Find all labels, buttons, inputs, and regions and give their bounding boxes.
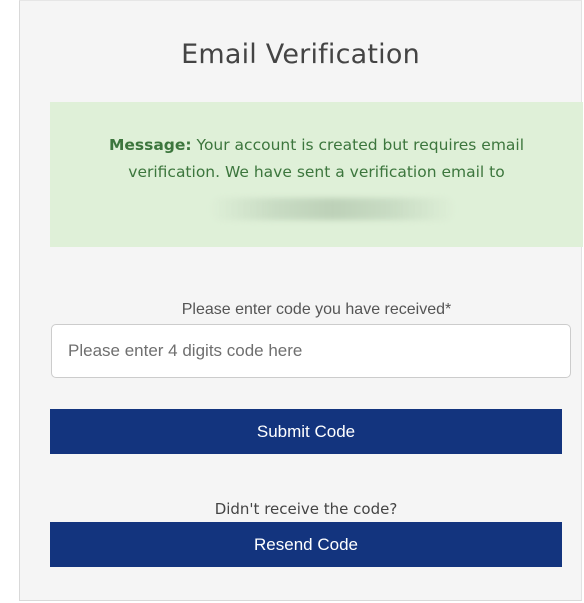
message-line-1: Your account is created but requires ema… xyxy=(191,136,525,154)
message-text: Message: Your account is created but req… xyxy=(50,132,583,186)
message-label: Message: xyxy=(108,136,192,154)
message-alert: Message: Your account is created but req… xyxy=(50,102,583,247)
email-verification-card: Email Verification Message: Your account… xyxy=(19,0,583,601)
code-field-label: Please enter code you have received* xyxy=(181,301,452,318)
redacted-email xyxy=(210,198,455,220)
page-title: Email Verification xyxy=(181,39,420,70)
message-line-2: verification. We have sent a verificatio… xyxy=(128,163,505,181)
submit-code-button[interactable]: Submit Code xyxy=(50,409,562,454)
verification-code-input[interactable] xyxy=(51,324,571,378)
resend-prompt: Didn't receive the code? xyxy=(214,500,398,518)
resend-code-button[interactable]: Resend Code xyxy=(50,522,562,567)
